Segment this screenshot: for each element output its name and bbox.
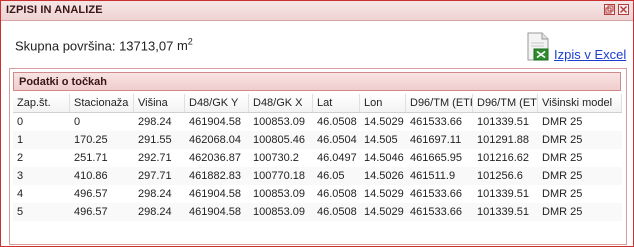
cell-d48-x: 100853.09 — [253, 116, 305, 128]
column-header-height[interactable]: Višina — [134, 94, 185, 112]
cell-d96-x: 101256.6 — [477, 170, 523, 182]
cell-height: 297.71 — [138, 170, 172, 182]
excel-export[interactable]: Izpis v Excel — [523, 31, 633, 63]
cell-d48-y: 461904.58 — [189, 188, 241, 200]
cell-d96-y: 461533.66 — [410, 188, 462, 200]
table-row[interactable]: 3 410.86 297.71 461882.83 100770.18 46.05 14.5… — [13, 167, 622, 185]
cell-chainage: 410.86 — [74, 170, 108, 182]
cell-d96-y: 461533.66 — [410, 116, 462, 128]
table-row[interactable]: 0 0 298.24 461904.58 100853.09 46.0508 14.5029… — [13, 113, 622, 131]
cell-d96-x: 101216.62 — [477, 152, 529, 164]
cell-d96-x: 101291.88 — [477, 134, 529, 146]
table-row[interactable]: 2 251.71 292.71 462036.87 100730.2 46.0497 14.… — [13, 149, 622, 167]
cell-d48-x: 100805.46 — [253, 134, 305, 146]
cell-index: 3 — [17, 170, 24, 182]
cell-height-model: DMR 25 — [542, 134, 583, 146]
cell-chainage: 496.57 — [74, 206, 108, 218]
cell-d48-y: 461904.58 — [189, 116, 241, 128]
cell-d48-y: 461904.58 — [189, 206, 241, 218]
column-header-lon[interactable]: Lon — [360, 94, 406, 112]
cell-lon: 14.5029 — [364, 116, 404, 128]
cell-d96-y: 461665.95 — [410, 152, 462, 164]
close-window-icon[interactable] — [618, 4, 629, 15]
cell-lon: 14.5026 — [364, 170, 404, 182]
cell-lon: 14.505 — [364, 134, 398, 146]
cell-height: 292.71 — [138, 152, 172, 164]
cell-height: 298.24 — [138, 116, 172, 128]
cell-d96-x: 101339.51 — [477, 116, 529, 128]
column-header-d96-y[interactable]: D96/TM (ETRS — [406, 94, 473, 112]
cell-lat: 46.0504 — [317, 134, 357, 146]
column-header-d96-x[interactable]: D96/TM (ETRS — [473, 94, 538, 112]
cell-d96-x: 101339.51 — [477, 206, 529, 218]
cell-d48-y: 462068.04 — [189, 134, 241, 146]
points-table: Zap.št. Stacionaža Višina D48/GK Y D48/G… — [13, 94, 622, 221]
points-panel-header[interactable]: Podatki o točkah — [13, 72, 621, 91]
restore-window-icon[interactable] — [604, 4, 615, 15]
cell-index: 0 — [17, 116, 24, 128]
column-header-height-model[interactable]: Višinski model — [538, 94, 622, 112]
cell-height-model: DMR 25 — [542, 170, 583, 182]
analysis-window: IZPISI IN ANALIZE Skupna površina: 13713… — [0, 0, 634, 247]
cell-chainage: 251.71 — [74, 152, 108, 164]
cell-d48-x: 100853.09 — [253, 206, 305, 218]
cell-d96-y: 461533.66 — [410, 206, 462, 218]
excel-document-icon[interactable] — [525, 32, 551, 62]
cell-lat: 46.05 — [317, 170, 345, 182]
table-header: Zap.št. Stacionaža Višina D48/GK Y D48/G… — [13, 94, 622, 113]
cell-d48-y: 462036.87 — [189, 152, 241, 164]
cell-lat: 46.0497 — [317, 152, 357, 164]
cell-lat: 46.0508 — [317, 188, 357, 200]
cell-d96-y: 461511.9 — [410, 170, 456, 182]
column-header-d48-y[interactable]: D48/GK Y — [185, 94, 249, 112]
table-row[interactable]: 5 496.57 298.24 461904.58 100853.09 46.0508 14… — [13, 203, 622, 221]
total-area: Skupna površina: 13713,07 m2 — [15, 37, 193, 53]
cell-index: 5 — [17, 206, 24, 218]
total-area-unit: m2 — [176, 37, 193, 54]
export-excel-link[interactable]: Izpis v Excel — [554, 47, 626, 62]
cell-height-model: DMR 25 — [542, 116, 583, 128]
cell-lat: 46.0508 — [317, 206, 357, 218]
cell-lon: 14.5029 — [364, 206, 404, 218]
cell-d48-x: 100770.18 — [253, 170, 305, 182]
column-header-d48-x[interactable]: D48/GK X — [249, 94, 313, 112]
cell-height: 291.55 — [138, 134, 172, 146]
window-title: IZPISI IN ANALIZE — [6, 4, 103, 16]
table-body: 0 0 298.24 461904.58 100853.09 46.0508 14.5029… — [13, 113, 622, 221]
column-header-lat[interactable]: Lat — [313, 94, 360, 112]
cell-d48-x: 100730.2 — [253, 152, 299, 164]
cell-lat: 46.0508 — [317, 116, 357, 128]
window-titlebar[interactable]: IZPISI IN ANALIZE — [1, 1, 633, 21]
cell-index: 1 — [17, 134, 24, 146]
table-row[interactable]: 4 496.57 298.24 461904.58 100853.09 46.0508 14… — [13, 185, 622, 203]
cell-d48-y: 461882.83 — [189, 170, 241, 182]
cell-index: 4 — [17, 188, 24, 200]
cell-lon: 14.5029 — [364, 188, 404, 200]
cell-chainage: 170.25 — [74, 134, 108, 146]
column-header-index[interactable]: Zap.št. — [13, 94, 70, 112]
cell-chainage: 496.57 — [74, 188, 108, 200]
cell-chainage: 0 — [74, 116, 81, 128]
table-row[interactable]: 1 170.25 291.55 462068.04 100805.46 46.0504 14… — [13, 131, 622, 149]
cell-d96-x: 101339.51 — [477, 188, 529, 200]
points-panel: Podatki o točkah Zap.št. Stacionaža Viši… — [9, 68, 627, 245]
cell-height-model: DMR 25 — [542, 206, 583, 218]
cell-height-model: DMR 25 — [542, 152, 583, 164]
cell-height: 298.24 — [138, 188, 172, 200]
total-area-value: 13713,07 — [119, 38, 174, 54]
cell-lon: 14.5046 — [364, 152, 404, 164]
column-header-chainage[interactable]: Stacionaža — [70, 94, 134, 112]
cell-d96-y: 461697.11 — [410, 134, 462, 146]
cell-d48-x: 100853.09 — [253, 188, 305, 200]
total-area-label: Skupna površina: — [15, 38, 116, 54]
cell-height: 298.24 — [138, 206, 172, 218]
cell-height-model: DMR 25 — [542, 188, 583, 200]
cell-index: 2 — [17, 152, 24, 164]
points-panel-title: Podatki o točkah — [19, 76, 108, 88]
